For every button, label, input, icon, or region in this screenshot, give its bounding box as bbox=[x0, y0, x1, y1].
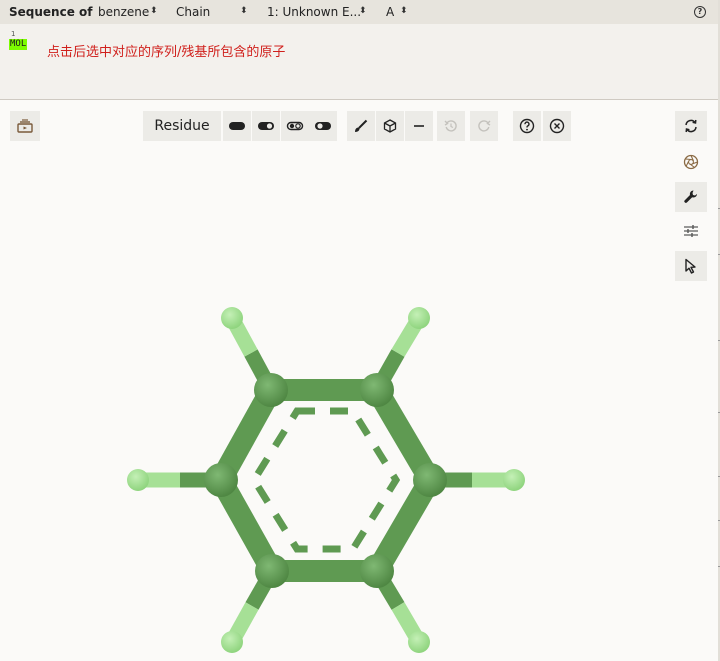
hydrogen-atom[interactable] bbox=[408, 307, 430, 329]
sequence-hint: 点击后选中对应的序列/残基所包含的原子 bbox=[47, 45, 286, 60]
carbon-atom[interactable] bbox=[255, 554, 289, 588]
sequence-ruler: 1 bbox=[11, 30, 16, 38]
chain-id-select[interactable]: A ⬍ bbox=[386, 5, 412, 19]
residue-chip[interactable]: MOL bbox=[9, 39, 28, 50]
ch-bonds bbox=[138, 314, 514, 646]
carbon-atom[interactable] bbox=[204, 463, 238, 497]
select-caret-icon: ⬍ bbox=[400, 6, 408, 16]
structure-select[interactable]: benzene ⬍ bbox=[98, 5, 158, 19]
chain-id-select-value: A bbox=[386, 5, 395, 19]
sequence-header: Sequence of benzene ⬍ Chain ⬍ 1: Unknown… bbox=[0, 0, 719, 24]
chain-select[interactable]: 1: Unknown E... ⬍ bbox=[267, 5, 367, 19]
hydrogen-atom[interactable] bbox=[221, 631, 243, 653]
carbon-atoms bbox=[204, 373, 447, 588]
sequence-title: Sequence of bbox=[9, 5, 93, 19]
mode-select-value: Chain bbox=[176, 5, 211, 19]
select-caret-icon: ⬍ bbox=[240, 6, 248, 16]
sequence-help-icon[interactable]: ? bbox=[694, 6, 706, 18]
hydrogen-atom[interactable] bbox=[408, 631, 430, 653]
carbon-atom[interactable] bbox=[254, 373, 288, 407]
aromatic-ring bbox=[249, 407, 401, 553]
chain-select-value: 1: Unknown E... bbox=[267, 5, 362, 19]
sequence-panel: Sequence of benzene ⬍ Chain ⬍ 1: Unknown… bbox=[0, 0, 719, 100]
carbon-atom[interactable] bbox=[360, 373, 394, 407]
hydrogen-atom[interactable] bbox=[503, 469, 525, 491]
mode-select[interactable]: Chain ⬍ bbox=[176, 5, 248, 19]
select-caret-icon: ⬍ bbox=[150, 6, 158, 16]
carbon-atom[interactable] bbox=[413, 463, 447, 497]
molecule-viewport[interactable] bbox=[0, 100, 715, 661]
structure-select-value: benzene bbox=[98, 5, 150, 19]
carbon-atom[interactable] bbox=[360, 554, 394, 588]
hydrogen-atom[interactable] bbox=[127, 469, 149, 491]
select-caret-icon: ⬍ bbox=[359, 6, 367, 16]
hydrogen-atom[interactable] bbox=[221, 307, 243, 329]
